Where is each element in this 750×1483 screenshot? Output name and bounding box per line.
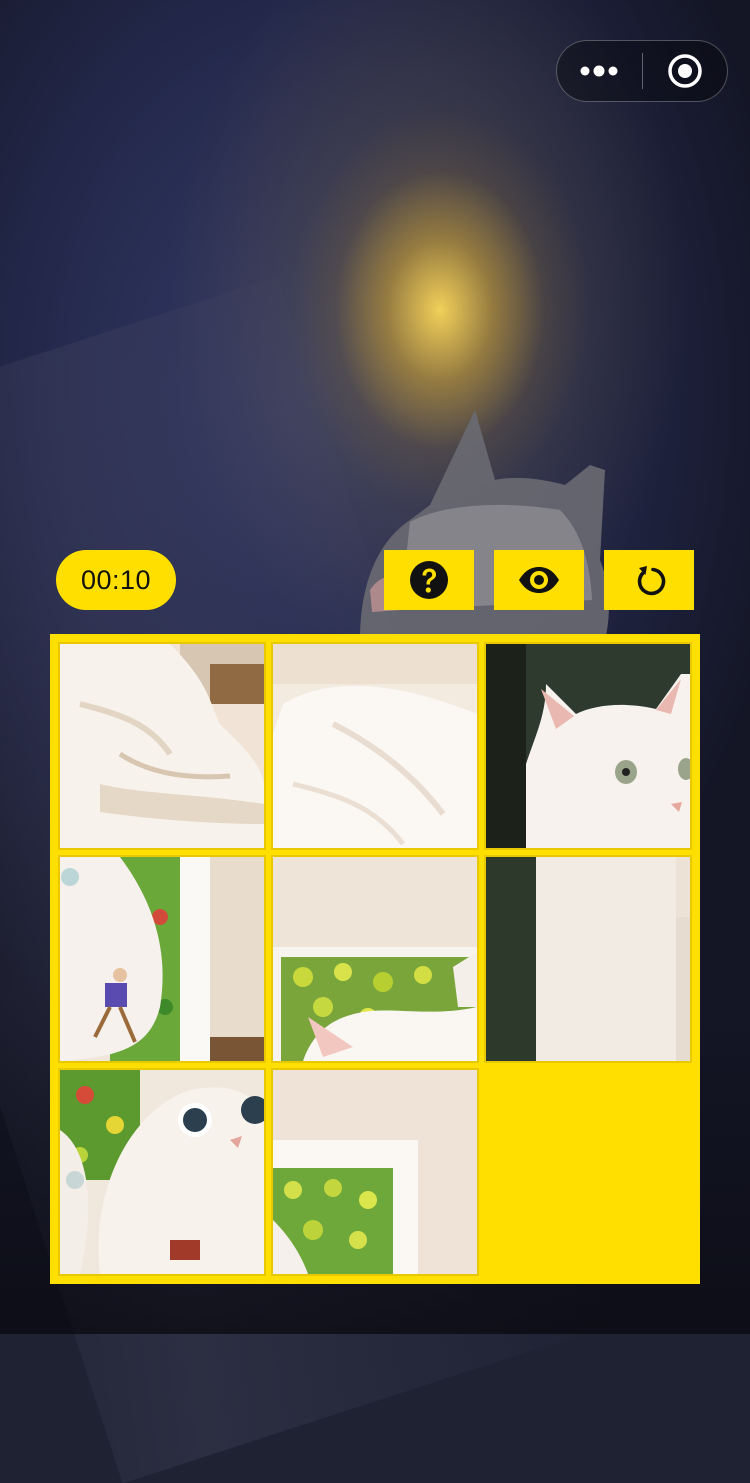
hint-button[interactable] <box>384 550 474 610</box>
restart-button[interactable] <box>604 550 694 610</box>
empty-slot[interactable] <box>480 1064 694 1276</box>
more-dots-icon <box>580 65 618 77</box>
puzzle-tile[interactable] <box>484 855 692 1063</box>
puzzle-tile[interactable] <box>271 1068 479 1276</box>
close-miniprogram-button[interactable] <box>643 41 728 101</box>
puzzle-tile[interactable] <box>58 1068 266 1276</box>
timer-display: 00:10 <box>56 550 176 610</box>
puzzle-tile[interactable] <box>271 855 479 1063</box>
puzzle-board <box>50 634 700 1284</box>
miniprogram-capsule <box>556 40 728 102</box>
puzzle-tile[interactable] <box>58 855 266 1063</box>
rotate-ccw-icon <box>637 566 666 596</box>
eye-icon <box>519 567 559 593</box>
puzzle-tile[interactable] <box>484 642 692 850</box>
puzzle-tile[interactable] <box>271 642 479 850</box>
more-button[interactable] <box>557 41 642 101</box>
question-circle-icon <box>410 561 448 599</box>
preview-button[interactable] <box>494 550 584 610</box>
target-circle-icon <box>668 54 702 88</box>
puzzle-tile[interactable] <box>58 642 266 850</box>
